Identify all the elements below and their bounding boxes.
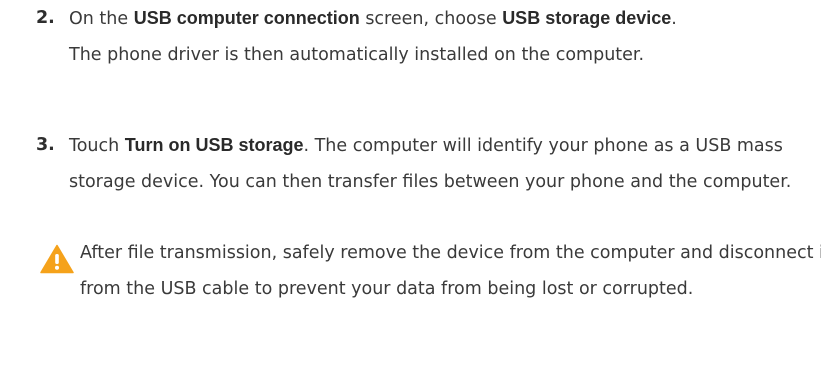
document-page: 2. On the USB computer connection screen… <box>0 0 821 366</box>
warning-icon <box>40 244 74 274</box>
step-text-segment: screen, choose <box>359 9 503 29</box>
step-text-segment: Touch <box>69 136 125 156</box>
step-text-segment: . <box>671 9 677 29</box>
step-text: On the USB computer connection screen, c… <box>69 0 810 73</box>
step-3: 3. Touch Turn on USB storage. The comput… <box>36 127 810 200</box>
step-text-segment: The phone driver is then automatically i… <box>69 45 645 65</box>
ui-term: Turn on USB storage <box>124 135 304 155</box>
step-number: 3. <box>36 135 55 155</box>
warning-text: After file transmission, safely remove t… <box>80 243 821 299</box>
ui-term: USB computer connection <box>133 8 360 28</box>
ui-term: USB storage device <box>502 8 672 28</box>
step-text-segment: On the <box>69 9 134 29</box>
step-number: 2. <box>36 8 55 28</box>
step-text: Touch Turn on USB storage. The computer … <box>69 127 810 200</box>
step-2: 2. On the USB computer connection screen… <box>36 0 810 73</box>
